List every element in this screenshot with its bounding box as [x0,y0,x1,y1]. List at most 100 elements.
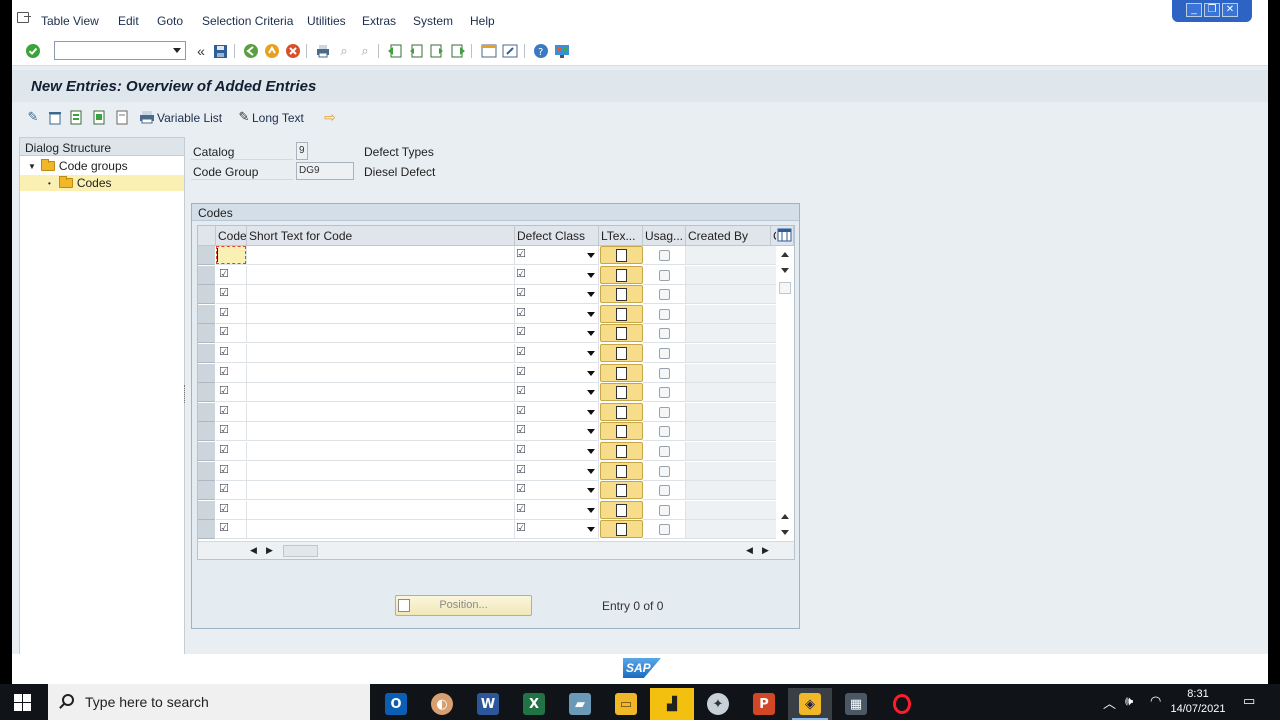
powerpoint-app-icon[interactable]: P [742,688,786,720]
command-field[interactable] [54,41,186,60]
long-text-row-button[interactable] [600,520,643,538]
windows-start-icon[interactable] [14,694,31,711]
chevron-down-icon[interactable] [587,312,595,317]
row-selector[interactable] [198,266,215,285]
short-text-cell[interactable] [247,403,515,422]
first-page-icon[interactable] [387,43,403,59]
long-text-row-button[interactable] [600,364,643,382]
defect-class-cell[interactable]: ☑ [515,481,599,500]
defect-class-cell[interactable]: ☑ [515,383,599,402]
short-text-cell[interactable] [247,481,515,500]
short-text-cell[interactable] [247,501,515,520]
delete-icon[interactable] [47,109,63,125]
position-button[interactable]: Position... [395,595,532,616]
defect-class-cell[interactable]: ☑ [515,403,599,422]
scroll-page-down-icon[interactable] [781,268,789,273]
scroll-left-end-icon[interactable]: ◀ [746,545,753,556]
defect-class-cell[interactable]: ☑ [515,442,599,461]
usage-checkbox[interactable] [659,446,670,457]
code-cell[interactable]: ☑ [216,383,247,402]
usage-checkbox[interactable] [659,270,670,281]
long-text-button[interactable]: Long Text [252,111,304,125]
menu-selection-criteria[interactable]: Selection Criteria [202,14,293,28]
row-selector[interactable] [198,344,215,363]
chevron-down-icon[interactable] [587,449,595,454]
sap-gui-app-icon[interactable]: ◈ [788,688,832,720]
defect-class-cell[interactable]: ☑ [515,462,599,481]
long-text-row-button[interactable] [600,481,643,499]
column-header-long-text[interactable]: LTex... [599,226,643,246]
long-text-row-button[interactable] [600,266,643,284]
row-selector[interactable] [198,383,215,402]
chevron-down-icon[interactable] [587,292,595,297]
code-cell[interactable]: ☑ [216,324,247,343]
usage-checkbox[interactable] [659,407,670,418]
usage-checkbox[interactable] [659,250,670,261]
customize-layout-icon[interactable] [554,43,570,59]
usage-checkbox[interactable] [659,505,670,516]
sticky-notes-icon[interactable]: ▟ [650,688,694,720]
row-selector[interactable] [198,246,215,265]
defect-class-cell[interactable]: ☑ [515,501,599,520]
column-header-short-text[interactable]: Short Text for Code [247,226,515,246]
scroll-right-icon[interactable]: ▶ [266,545,273,556]
expand-icon[interactable]: ▼ [28,162,36,171]
back-icon[interactable] [243,43,259,59]
long-text-row-button[interactable] [600,442,643,460]
wifi-icon[interactable]: ◠ [1150,693,1161,709]
short-text-cell[interactable] [247,442,515,461]
long-text-row-button[interactable] [600,422,643,440]
row-selector[interactable] [198,324,215,343]
code-cell[interactable]: ☑ [216,364,247,383]
scroll-up-icon[interactable] [781,252,789,257]
short-text-cell[interactable] [247,422,515,441]
deselect-all-icon[interactable] [115,109,131,125]
select-all-column-header[interactable] [198,226,216,246]
code-cell[interactable]: ☑ [216,305,247,324]
menu-help[interactable]: Help [470,14,495,28]
back-double-icon[interactable]: « [193,43,209,59]
code-cell[interactable]: ☑ [216,266,247,285]
tree-node-codes[interactable]: • Codes [20,175,184,191]
defect-class-cell[interactable]: ☑ [515,285,599,304]
chevron-down-icon[interactable] [587,410,595,415]
chevron-down-icon[interactable] [587,469,595,474]
defect-class-cell[interactable]: ☑ [515,266,599,285]
opera-browser-icon[interactable] [880,688,924,720]
short-text-cell[interactable] [247,520,515,539]
sap-logon-icon[interactable]: ✦ [696,688,740,720]
chevron-down-icon[interactable] [587,488,595,493]
long-text-row-button[interactable] [600,305,643,323]
column-header-defect-class[interactable]: Defect Class [515,226,599,246]
print-icon[interactable] [315,43,331,59]
code-cell[interactable]: ☑ [216,422,247,441]
code-cell[interactable]: ☑ [216,501,247,520]
volume-icon[interactable]: 🕪 [1125,693,1133,709]
long-text-row-button[interactable] [600,246,643,264]
row-selector[interactable] [198,422,215,441]
chevron-down-icon[interactable] [587,429,595,434]
save-icon[interactable] [212,43,228,59]
select-all-icon[interactable] [69,109,85,125]
usage-checkbox[interactable] [659,368,670,379]
tree-node-code-groups[interactable]: ▼ Code groups [28,158,128,174]
taskbar-search[interactable]: Type here to search [48,684,370,720]
short-text-cell[interactable] [247,364,515,383]
code-cell[interactable] [216,246,247,265]
long-text-row-button[interactable] [600,383,643,401]
outlook-app-icon[interactable]: O [374,688,418,720]
defect-class-cell[interactable]: ☑ [515,324,599,343]
short-text-cell[interactable] [247,285,515,304]
usage-checkbox[interactable] [659,309,670,320]
chevron-down-icon[interactable] [173,48,181,53]
select-block-icon[interactable] [92,109,108,125]
defect-class-cell[interactable]: ☑ [515,364,599,383]
usage-checkbox[interactable] [659,387,670,398]
code-cell[interactable]: ☑ [216,344,247,363]
code-cell[interactable]: ☑ [216,403,247,422]
row-selector[interactable] [198,481,215,500]
defect-class-cell[interactable]: ☑ [515,520,599,539]
long-text-row-button[interactable] [600,501,643,519]
long-text-row-button[interactable] [600,462,643,480]
exit-icon[interactable] [264,43,280,59]
